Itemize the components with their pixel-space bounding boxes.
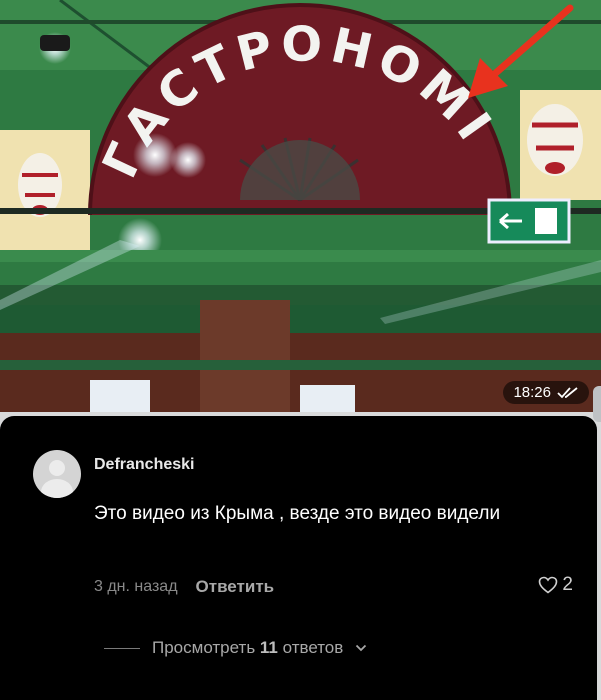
market-photo: ГАСТРОНОМІЯ — [0, 0, 601, 412]
reply-button[interactable]: Ответить — [196, 577, 275, 597]
avatar[interactable] — [33, 450, 81, 498]
avatar-body-shape — [41, 479, 73, 498]
like-count: 2 — [562, 574, 573, 595]
view-replies-suffix: ответов — [277, 638, 344, 657]
like-button[interactable]: 2 — [538, 574, 573, 596]
comment-card: Defrancheski Это видео из Крыма , везде … — [0, 416, 597, 700]
comment-meta: 3 дн. назад Ответить — [94, 577, 274, 597]
view-replies-label: Просмотреть 11 ответов — [152, 638, 343, 658]
view-replies-button[interactable]: Просмотреть 11 ответов — [104, 638, 367, 658]
comment-username[interactable]: Defrancheski — [94, 456, 195, 474]
double-check-icon — [557, 386, 578, 398]
view-replies-prefix: Просмотреть — [152, 638, 260, 657]
replies-divider-line — [104, 647, 140, 649]
forward-handle[interactable] — [593, 386, 601, 422]
message-time: 18:26 — [513, 384, 551, 401]
heart-icon — [539, 576, 558, 594]
avatar-head-shape — [49, 460, 65, 476]
chevron-down-icon — [356, 644, 367, 652]
comment-text: Это видео из Крыма , везде это видео вид… — [94, 503, 501, 524]
view-replies-count: 11 — [259, 638, 278, 657]
comment-time-ago: 3 дн. назад — [94, 578, 178, 595]
photo-message[interactable]: ГАСТРОНОМІЯ — [0, 0, 601, 412]
message-time-badge: 18:26 — [503, 381, 589, 404]
